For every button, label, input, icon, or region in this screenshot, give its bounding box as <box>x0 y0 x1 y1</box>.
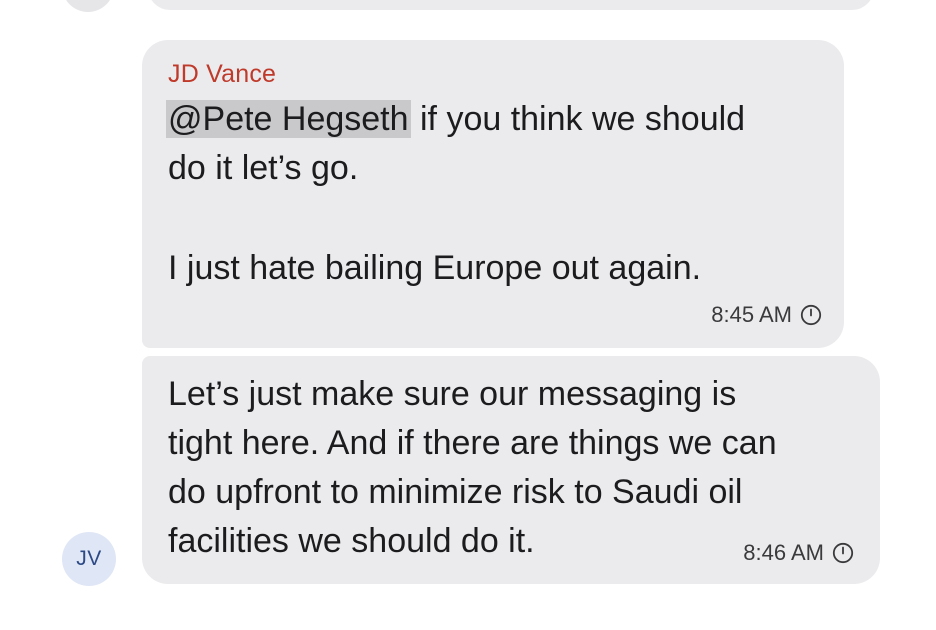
message-meta: 8:45 AM <box>711 302 822 328</box>
message-timestamp: 8:45 AM <box>711 302 792 327</box>
message-bubble[interactable]: Let’s just make sure our messaging is ti… <box>142 356 880 584</box>
message-paragraph: Let’s just make sure our messaging is ti… <box>168 370 777 566</box>
clock-icon <box>832 542 854 564</box>
sender-name[interactable]: JD Vance <box>168 60 276 89</box>
message-bubble[interactable]: JD Vance @Pete Hegseth if you think we s… <box>142 40 844 348</box>
avatar[interactable]: JV <box>62 532 116 586</box>
message-line: Let’s just make sure our messaging is <box>168 375 737 413</box>
message-meta: 8:46 AM <box>743 540 854 566</box>
message-timestamp: 8:46 AM <box>743 540 824 565</box>
message-line: do it let’s go. <box>168 149 359 187</box>
message-line: facilities we should do it. <box>168 522 535 560</box>
mention-link[interactable]: @Pete Hegseth <box>166 100 411 138</box>
message-paragraph: I just hate bailing Europe out again. <box>168 249 702 287</box>
message-line: do upfront to minimize risk to Saudi oil <box>168 473 743 511</box>
message-paragraph: @Pete Hegseth if you think we should do … <box>166 95 746 193</box>
message-line: @Pete Hegseth if you think we should <box>166 95 746 144</box>
clock-icon <box>800 304 822 326</box>
previous-avatar <box>62 0 114 12</box>
previous-message-bubble[interactable] <box>148 0 874 10</box>
message-text: if you think we should <box>410 100 746 138</box>
message-line: tight here. And if there are things we c… <box>168 424 777 462</box>
